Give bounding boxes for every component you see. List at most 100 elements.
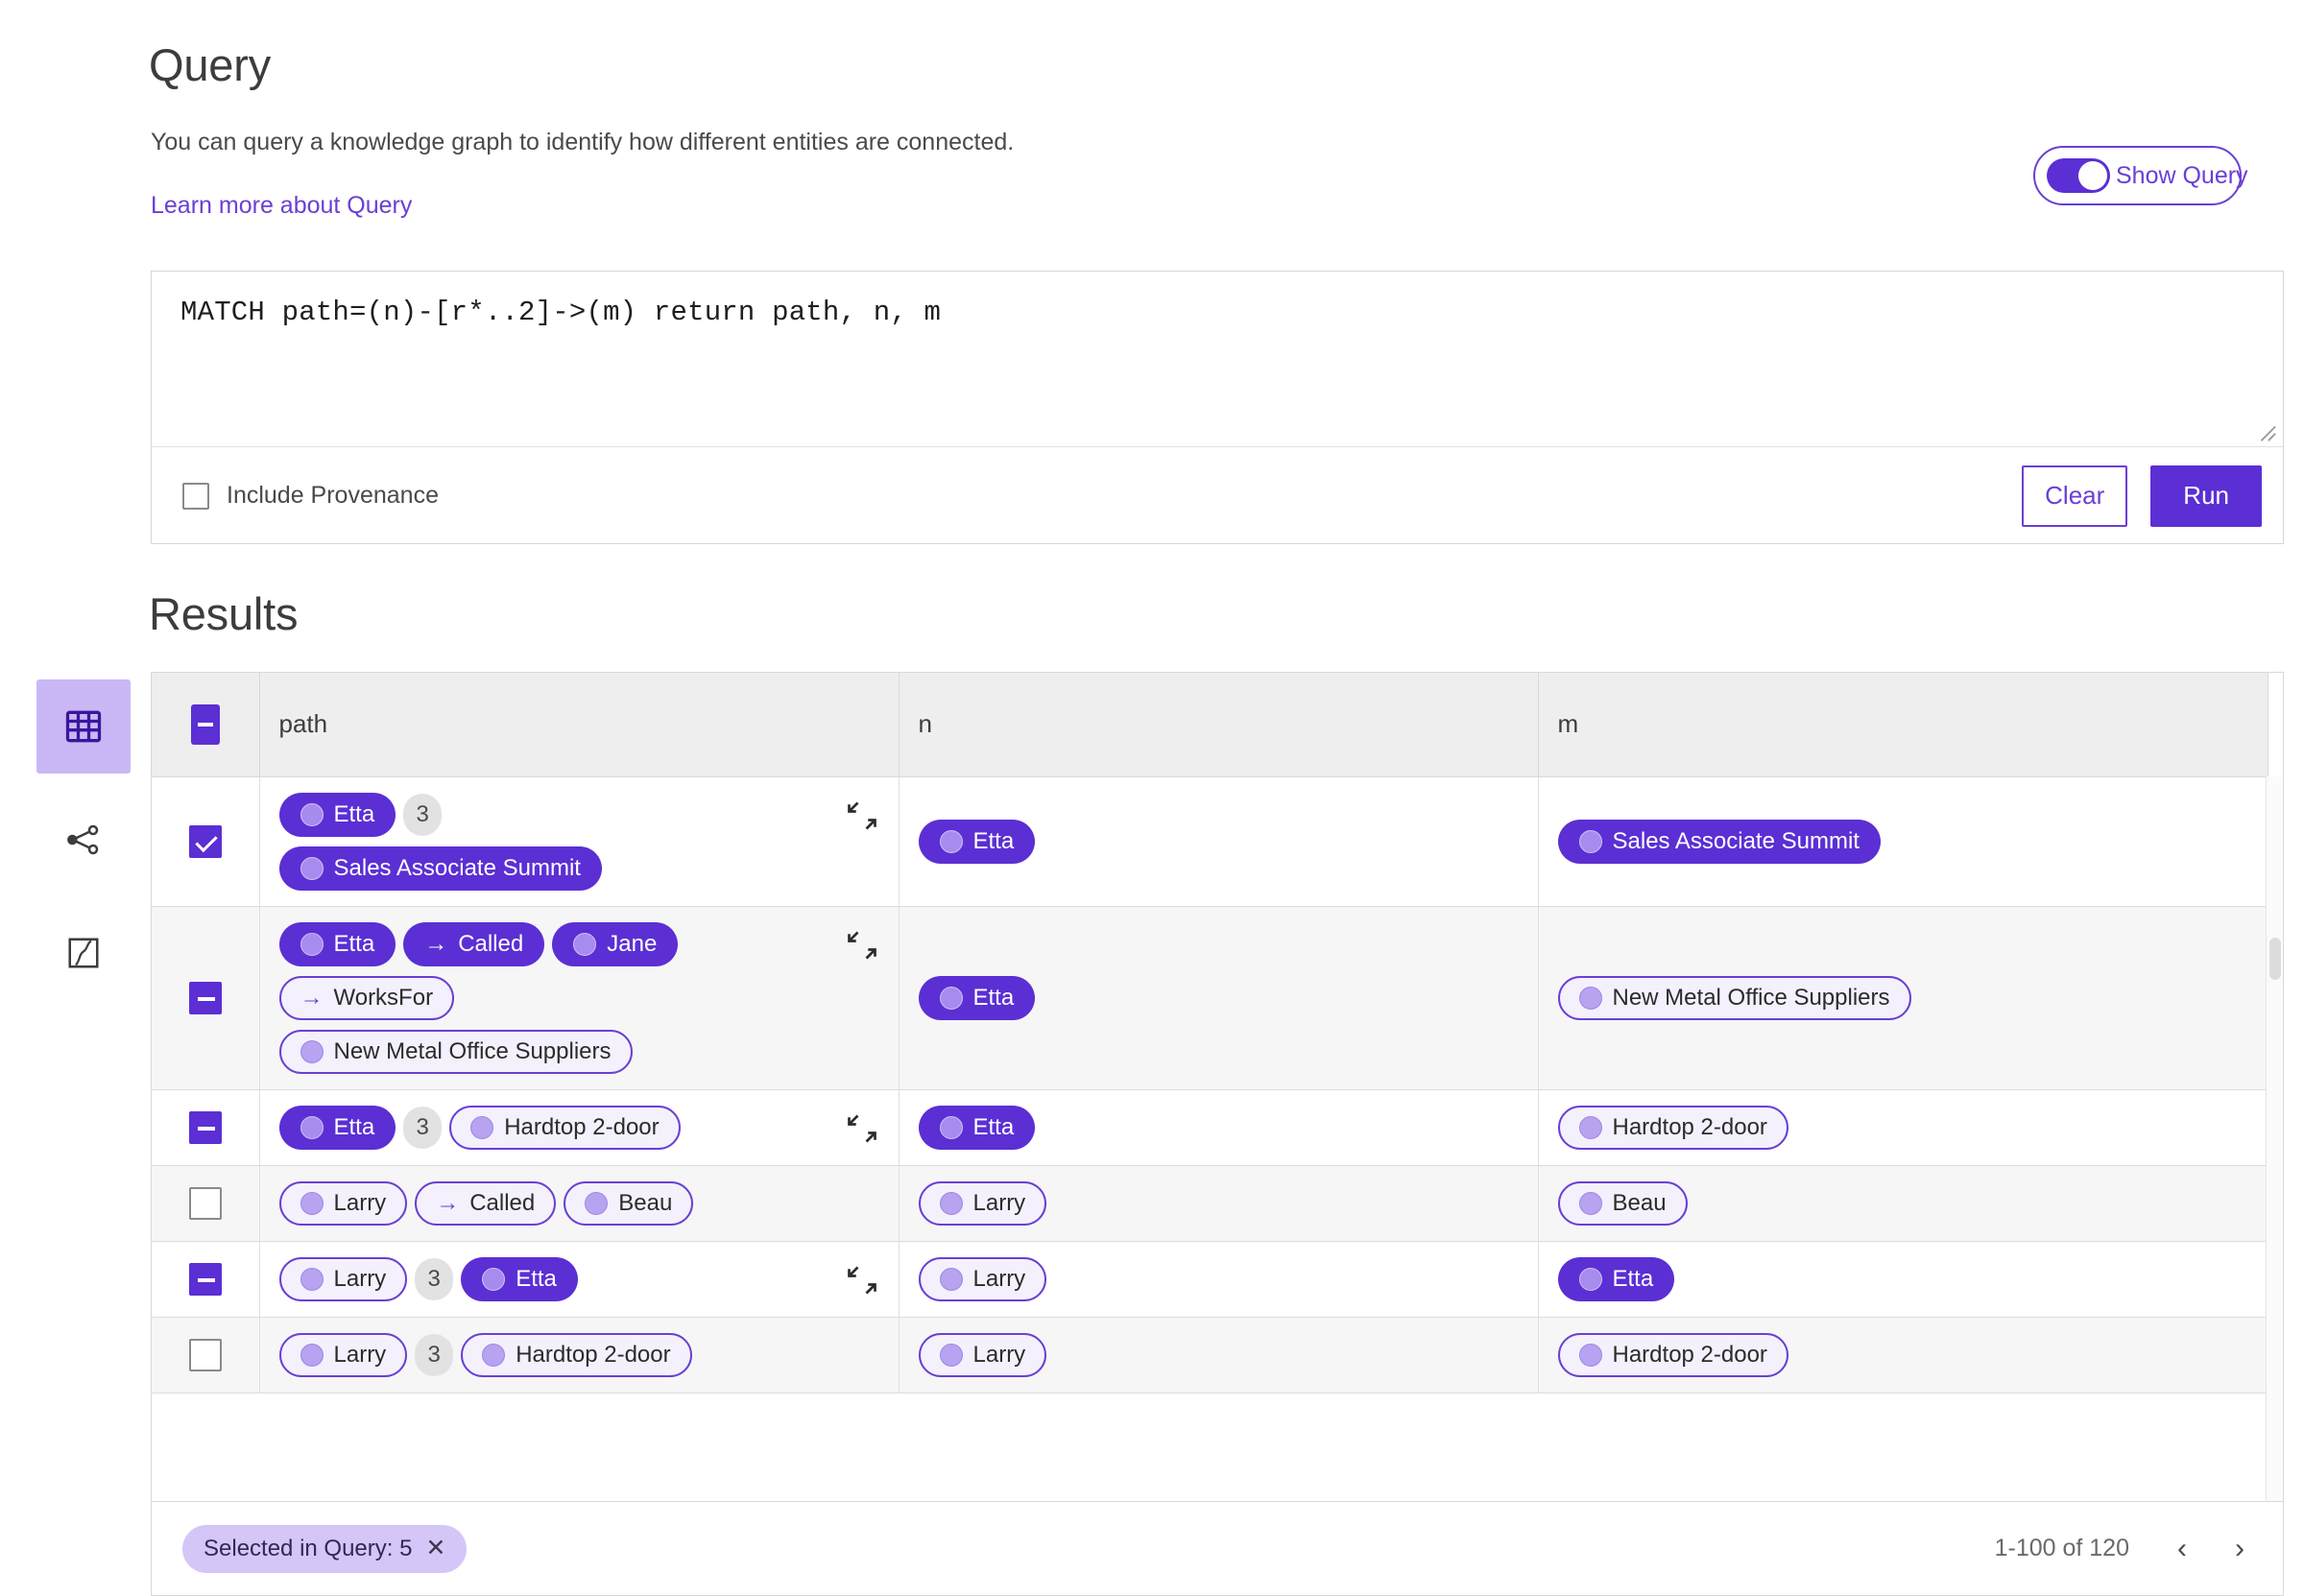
- resize-handle-icon[interactable]: [2256, 421, 2277, 442]
- relationship-pill[interactable]: → WorksFor: [278, 975, 455, 1020]
- entity-pill[interactable]: Larry: [278, 1256, 408, 1301]
- clear-button[interactable]: Clear: [2022, 465, 2128, 527]
- entity-pill[interactable]: Etta: [918, 975, 1036, 1020]
- entity-pill[interactable]: Beau: [1557, 1180, 1688, 1226]
- sidebar-item-table-view[interactable]: [36, 679, 131, 774]
- show-query-toggle[interactable]: Show Query: [2033, 146, 2248, 205]
- node-circle-icon: [300, 802, 324, 826]
- row-select-cell[interactable]: [152, 906, 260, 1090]
- pill-label: Jane: [607, 930, 658, 957]
- table-row[interactable]: Larry 3 Hardtop 2-door Larry Hardtop 2-door: [152, 1317, 2268, 1394]
- run-button[interactable]: Run: [2150, 465, 2262, 527]
- m-pill-group: Sales Associate Summit: [1557, 819, 2248, 864]
- entity-pill[interactable]: Hardtop 2-door: [1557, 1105, 1788, 1150]
- row-select-checkbox[interactable]: [188, 824, 222, 858]
- query-page: Query You can query a knowledge graph to…: [0, 0, 2304, 1596]
- entity-pill[interactable]: Sales Associate Summit: [1557, 819, 1881, 864]
- row-select-checkbox[interactable]: [188, 1338, 222, 1371]
- column-header-n[interactable]: n: [899, 673, 1539, 777]
- path-pill-line: Larry 3 Hardtop 2-door: [278, 1332, 692, 1377]
- entity-pill[interactable]: Jane: [552, 921, 679, 966]
- node-circle-icon: [939, 1115, 963, 1139]
- column-header-path[interactable]: path: [259, 673, 900, 777]
- pill-label: Beau: [1612, 1189, 1667, 1216]
- entity-pill[interactable]: Larry: [918, 1256, 1047, 1301]
- hop-count-badge: 3: [403, 793, 443, 836]
- next-page-button[interactable]: ›: [2235, 1534, 2244, 1563]
- entity-pill[interactable]: Larry: [918, 1180, 1047, 1226]
- arrow-right-icon: →: [300, 984, 324, 1011]
- entity-pill[interactable]: Hardtop 2-door: [461, 1332, 692, 1377]
- column-header-m[interactable]: m: [1538, 673, 2268, 777]
- close-icon[interactable]: ✕: [425, 1536, 445, 1560]
- query-text: MATCH path=(n)-[r*..2]->(m) return path,…: [180, 297, 942, 328]
- row-select-cell[interactable]: [152, 1165, 260, 1242]
- entity-pill[interactable]: New Metal Office Suppliers: [278, 1029, 633, 1074]
- n-pill-group: Larry: [918, 1332, 1519, 1377]
- pill-label: Etta: [516, 1265, 557, 1292]
- table-row[interactable]: Larry → Called Beau Larry Beau: [152, 1165, 2268, 1242]
- row-select-checkbox[interactable]: [188, 1110, 222, 1144]
- relationship-pill[interactable]: → Called: [403, 921, 545, 966]
- entity-pill[interactable]: Larry: [918, 1332, 1047, 1377]
- table-scrollbar[interactable]: [2266, 776, 2283, 1501]
- row-select-checkbox[interactable]: [188, 1262, 222, 1296]
- row-select-cell[interactable]: [152, 1089, 260, 1166]
- table-row[interactable]: Larry 3 Etta Larry Etta: [152, 1241, 2268, 1318]
- expand-collapse-icon[interactable]: [845, 1263, 879, 1298]
- expand-collapse-icon[interactable]: [845, 1111, 879, 1146]
- path-pill-group: Larry → Called Beau: [278, 1180, 694, 1226]
- query-textarea[interactable]: MATCH path=(n)-[r*..2]->(m) return path,…: [152, 272, 2283, 446]
- row-select-cell[interactable]: [152, 776, 260, 907]
- entity-pill[interactable]: Larry: [278, 1180, 408, 1226]
- path-pill-line: Larry → Called Beau: [278, 1180, 694, 1226]
- cell-m: Hardtop 2-door: [1538, 1089, 2268, 1166]
- entity-pill[interactable]: Beau: [564, 1180, 694, 1226]
- cell-n: Larry: [899, 1241, 1539, 1318]
- entity-pill[interactable]: Hardtop 2-door: [449, 1105, 681, 1150]
- row-select-cell[interactable]: [152, 1317, 260, 1394]
- include-provenance-checkbox[interactable]: Include Provenance: [182, 482, 439, 510]
- sidebar-item-graph-view[interactable]: [36, 793, 131, 887]
- select-all-header[interactable]: [152, 673, 260, 777]
- cell-m: Etta: [1538, 1241, 2268, 1318]
- cell-path: Larry 3 Hardtop 2-door: [259, 1317, 900, 1394]
- expand-collapse-icon[interactable]: [845, 798, 879, 833]
- node-circle-icon: [482, 1267, 506, 1291]
- hop-count-badge: 3: [403, 1106, 443, 1149]
- query-footer: Include Provenance Clear Run: [152, 447, 2283, 544]
- prev-page-button[interactable]: ‹: [2177, 1534, 2187, 1563]
- row-select-checkbox[interactable]: [188, 981, 222, 1014]
- graph-network-icon: [64, 821, 103, 859]
- entity-pill[interactable]: Etta: [1557, 1256, 1675, 1301]
- select-all-checkbox[interactable]: [190, 703, 220, 745]
- node-circle-icon: [300, 1039, 324, 1063]
- arrow-right-icon: →: [436, 1189, 460, 1216]
- row-select-cell[interactable]: [152, 1241, 260, 1318]
- table-row[interactable]: Etta → Called Jane → WorksFor New Metal Office…: [152, 906, 2268, 1090]
- pill-label: Hardtop 2-door: [1612, 1113, 1767, 1140]
- entity-pill[interactable]: Etta: [278, 921, 396, 966]
- entity-pill[interactable]: New Metal Office Suppliers: [1557, 975, 1911, 1020]
- results-table: path n m Etta 3 Sales Associate Summit Etta…: [152, 673, 2268, 1394]
- path-pill-line: → WorksFor: [278, 975, 455, 1020]
- entity-pill[interactable]: Etta: [918, 819, 1036, 864]
- entity-pill[interactable]: Etta: [278, 1105, 396, 1150]
- row-select-checkbox[interactable]: [188, 1186, 222, 1220]
- table-row[interactable]: Etta 3 Hardtop 2-door Etta Hardtop 2-door: [152, 1089, 2268, 1166]
- expand-collapse-icon[interactable]: [845, 928, 879, 963]
- learn-more-link[interactable]: Learn more about Query: [151, 192, 412, 220]
- entity-pill[interactable]: Etta: [278, 792, 396, 837]
- table-row[interactable]: Etta 3 Sales Associate Summit Etta Sales Ass…: [152, 776, 2268, 907]
- selected-in-query-chip[interactable]: Selected in Query: 5 ✕: [182, 1524, 468, 1573]
- table-scrollbar-thumb[interactable]: [2269, 938, 2281, 980]
- entity-pill[interactable]: Larry: [278, 1332, 408, 1377]
- entity-pill[interactable]: Hardtop 2-door: [1557, 1332, 1788, 1377]
- sidebar-item-map-view[interactable]: [36, 906, 131, 1000]
- relationship-pill[interactable]: → Called: [415, 1180, 557, 1226]
- entity-pill[interactable]: Etta: [461, 1256, 578, 1301]
- entity-pill[interactable]: Etta: [918, 1105, 1036, 1150]
- n-pill-group: Etta: [918, 975, 1519, 1020]
- toggle-switch[interactable]: [2047, 158, 2110, 193]
- entity-pill[interactable]: Sales Associate Summit: [278, 846, 602, 891]
